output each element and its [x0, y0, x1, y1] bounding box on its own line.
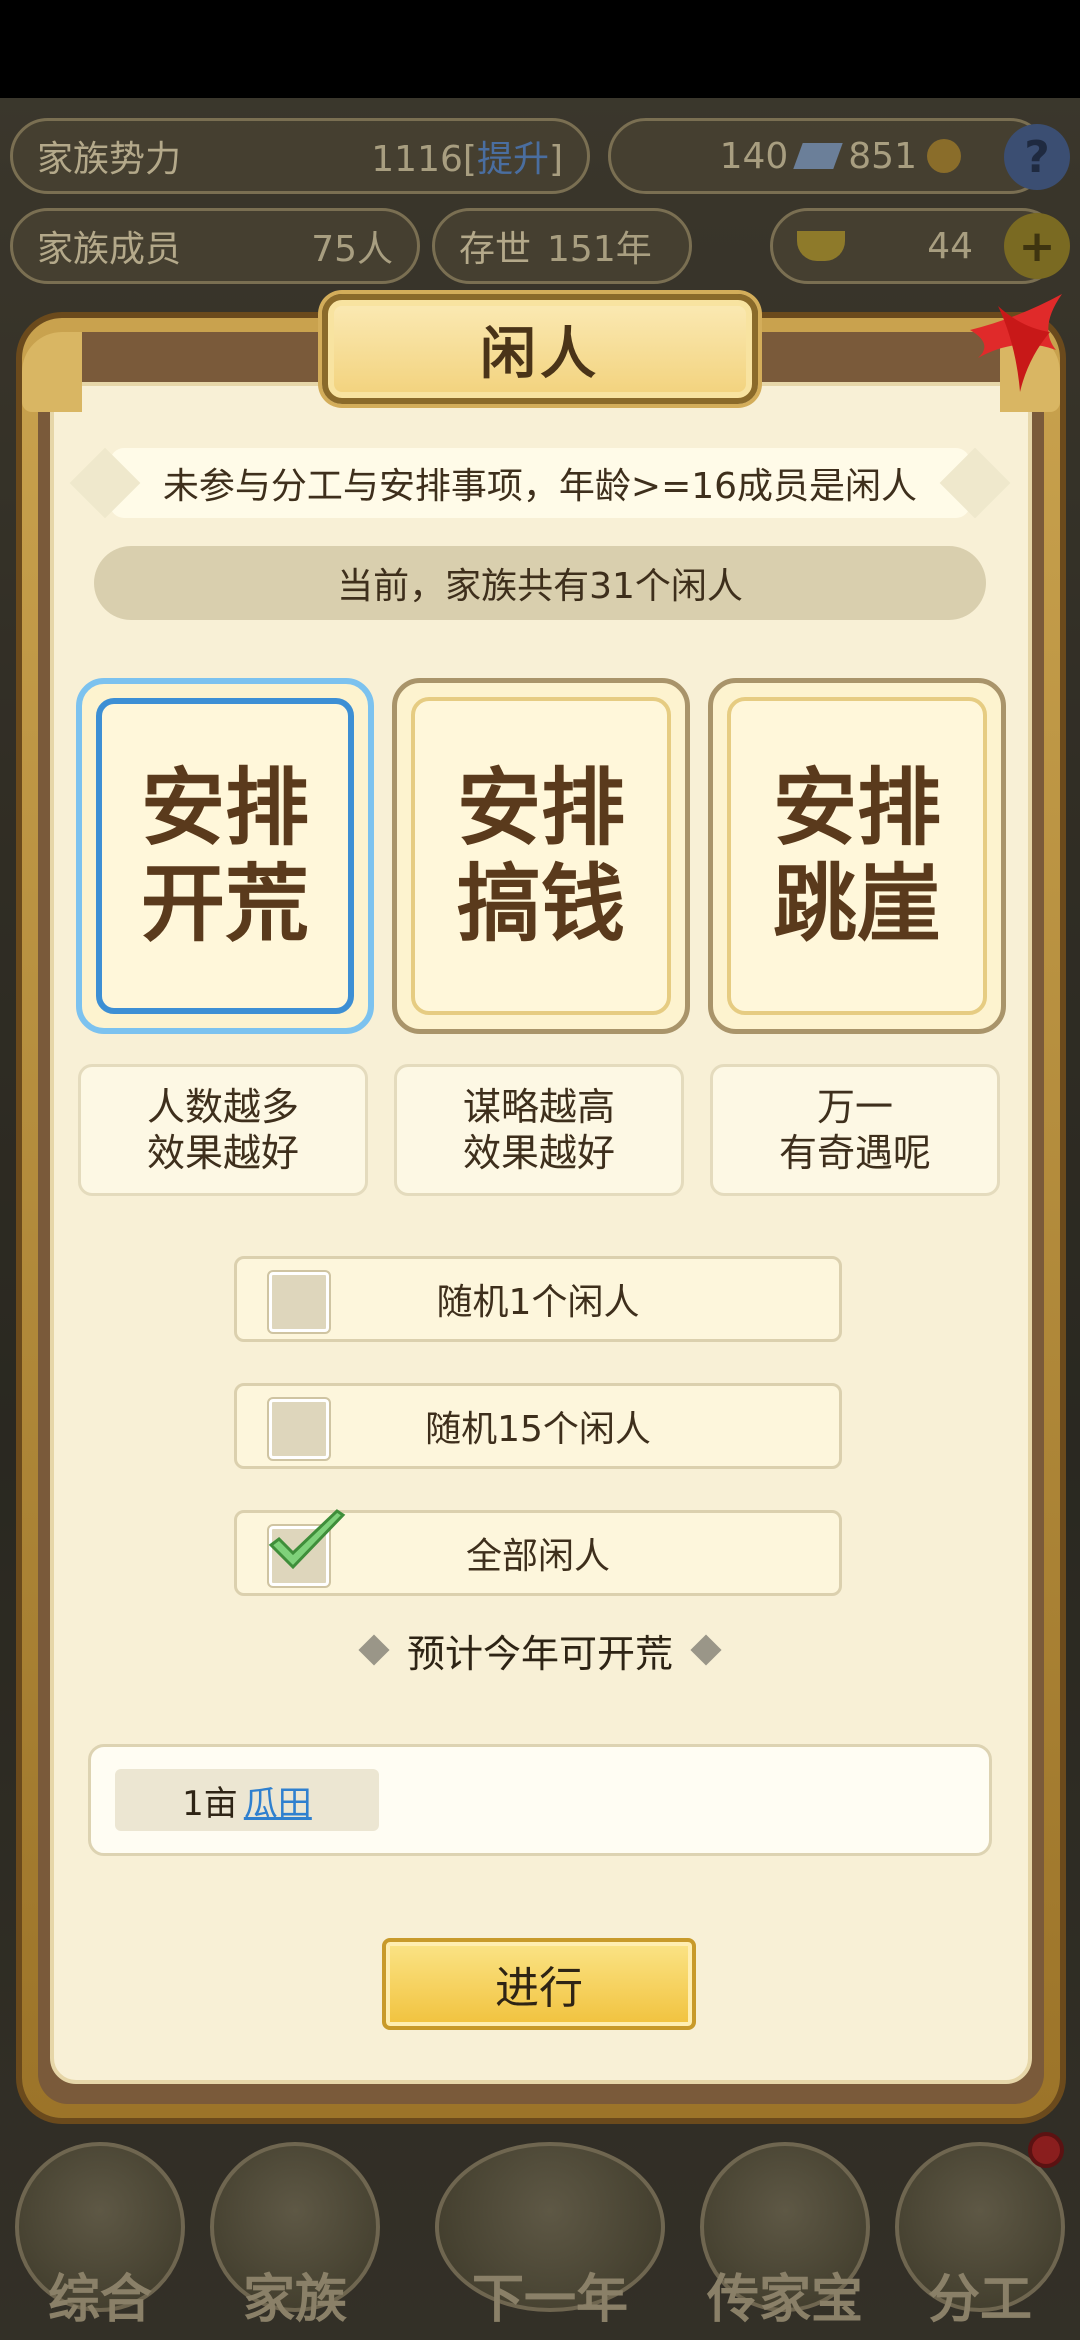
coin-icon [927, 139, 961, 173]
help-button[interactable]: ? [1004, 124, 1070, 190]
option-reclaim-land[interactable]: 安排 开荒 [76, 678, 374, 1034]
status-bar [0, 0, 1080, 98]
close-icon [970, 294, 1062, 392]
option-cliff-jump[interactable]: 安排 跳崖 [708, 678, 1006, 1034]
description-text: 未参与分工与安排事项，年龄>=16成员是闲人 [162, 466, 918, 507]
diamond-icon [358, 1634, 390, 1666]
nav-overview[interactable]: 综合 [10, 2142, 190, 2332]
result-amount: 1亩 [182, 1783, 238, 1824]
gold-ingot-icon [797, 231, 845, 261]
choice-random-15[interactable]: 随机15个闲人 [234, 1383, 842, 1469]
option-hint-cliff: 万一 有奇遇呢 [710, 1064, 1000, 1196]
idle-count-bar: 当前，家族共有31个闲人 [94, 546, 986, 620]
book-icon [793, 143, 844, 169]
checkbox[interactable] [267, 1270, 331, 1334]
estimate-label: 预计今年可开荒 [406, 1631, 673, 1676]
family-power-stat: 家族势力 1116[提升] [10, 118, 590, 194]
choice-all-idle[interactable]: 全部闲人 [234, 1509, 842, 1596]
result-item-link[interactable]: 瓜田 [244, 1776, 312, 1825]
checkbox[interactable] [267, 1397, 331, 1461]
family-members-stat: 家族成员 75人 [10, 208, 420, 284]
nav-division[interactable]: 分工 [890, 2142, 1070, 2332]
description-banner: 未参与分工与安排事项，年龄>=16成员是闲人 [110, 448, 970, 518]
notification-dot [1028, 2132, 1064, 2168]
nav-next-year[interactable]: 下一年 [430, 2142, 670, 2332]
option-hint-money: 谋略越高 效果越好 [394, 1064, 684, 1196]
close-button[interactable] [958, 288, 1068, 398]
nav-family[interactable]: 家族 [205, 2142, 385, 2332]
checkmark-icon [268, 1509, 346, 1570]
add-gold-button[interactable]: + [1004, 213, 1070, 279]
dialog-title: 闲人 [480, 320, 600, 387]
resources-stat: 140 851 [608, 118, 1048, 194]
proceed-button[interactable]: 进行 [382, 1938, 696, 2030]
nav-heirloom[interactable]: 传家宝 [695, 2142, 875, 2332]
diamond-icon [690, 1634, 722, 1666]
bottom-nav: 综合 家族 下一年 传家宝 分工 [0, 2130, 1080, 2340]
idle-count-text: 当前，家族共有31个闲人 [337, 566, 743, 607]
option-hint-reclaim: 人数越多 效果越好 [78, 1064, 368, 1196]
dialog-title-plaque: 闲人 [322, 294, 758, 404]
power-upgrade-link[interactable]: 提升 [477, 139, 549, 180]
result-tag: 1亩 瓜田 [115, 1769, 379, 1831]
choice-random-1[interactable]: 随机1个闲人 [234, 1256, 842, 1342]
frame-ornament-left [22, 332, 82, 412]
estimate-row: 预计今年可开荒 [340, 1620, 740, 1680]
option-make-money[interactable]: 安排 搞钱 [392, 678, 690, 1034]
age-stat: 存世 151年 [432, 208, 692, 284]
result-box: 1亩 瓜田 [88, 1744, 992, 1856]
